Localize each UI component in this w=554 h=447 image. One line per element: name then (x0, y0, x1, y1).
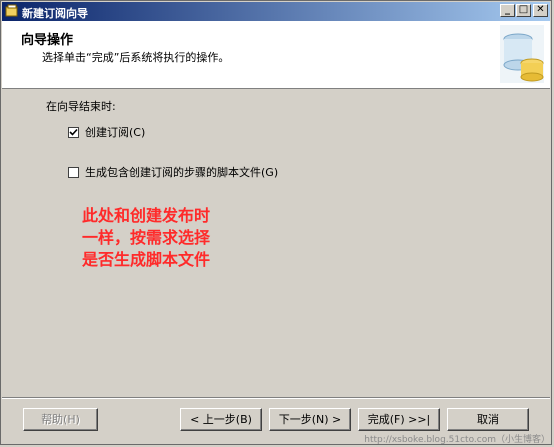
cancel-button[interactable]: 取消 (447, 408, 529, 431)
title-bar: 新建订阅向导 _ □ ✕ (2, 2, 550, 21)
wizard-content: 在向导结束时: 创建订阅(C) 生成包含创建订阅的步骤的脚本文件(G) 此处和创… (2, 89, 550, 394)
page-title: 向导操作 (21, 33, 74, 48)
generate-script-label: 生成包含创建订阅的步骤的脚本文件(G) (85, 166, 279, 179)
maximize-icon: □ (518, 4, 529, 15)
back-button[interactable]: < 上一步(B) (180, 408, 262, 431)
annotation-note: 此处和创建发布时 一样，按需求选择 是否生成脚本文件 (82, 205, 242, 271)
create-subscription-label: 创建订阅(C) (85, 126, 146, 139)
next-button[interactable]: 下一步(N) > (269, 408, 351, 431)
create-subscription-option[interactable]: 创建订阅(C) (68, 124, 145, 140)
generate-script-option[interactable]: 生成包含创建订阅的步骤的脚本文件(G) (68, 164, 278, 180)
footer-divider (2, 397, 550, 399)
generate-script-checkbox[interactable] (68, 166, 79, 178)
minimize-icon: _ (505, 4, 510, 15)
annotation-line: 此处和创建发布时 (82, 206, 211, 225)
create-subscription-checkbox[interactable] (68, 126, 79, 138)
watermark: http://xsboke.blog.51cto.com（小生博客） (364, 435, 550, 445)
wizard-header: 向导操作 选择单击“完成”后系统将执行的操作。 (2, 21, 550, 89)
finish-button[interactable]: 完成(F) >>| (358, 408, 440, 431)
wizard-window: 新建订阅向导 _ □ ✕ 向导操作 选择单击“完成”后系统将执行的操作。 在向导… (0, 0, 552, 445)
close-icon: ✕ (536, 4, 545, 15)
annotation-line: 是否生成脚本文件 (82, 250, 211, 269)
maximize-button[interactable]: □ (516, 4, 531, 17)
window-title: 新建订阅向导 (22, 7, 88, 20)
when-finished-label: 在向导结束时: (46, 100, 116, 113)
database-wizard-icon (496, 23, 546, 85)
help-button[interactable]: 帮助(H) (23, 408, 98, 431)
close-button[interactable]: ✕ (533, 4, 548, 17)
app-icon (5, 4, 19, 18)
minimize-button[interactable]: _ (500, 4, 515, 17)
annotation-line: 一样，按需求选择 (82, 228, 211, 247)
page-subtitle: 选择单击“完成”后系统将执行的操作。 (42, 51, 230, 64)
